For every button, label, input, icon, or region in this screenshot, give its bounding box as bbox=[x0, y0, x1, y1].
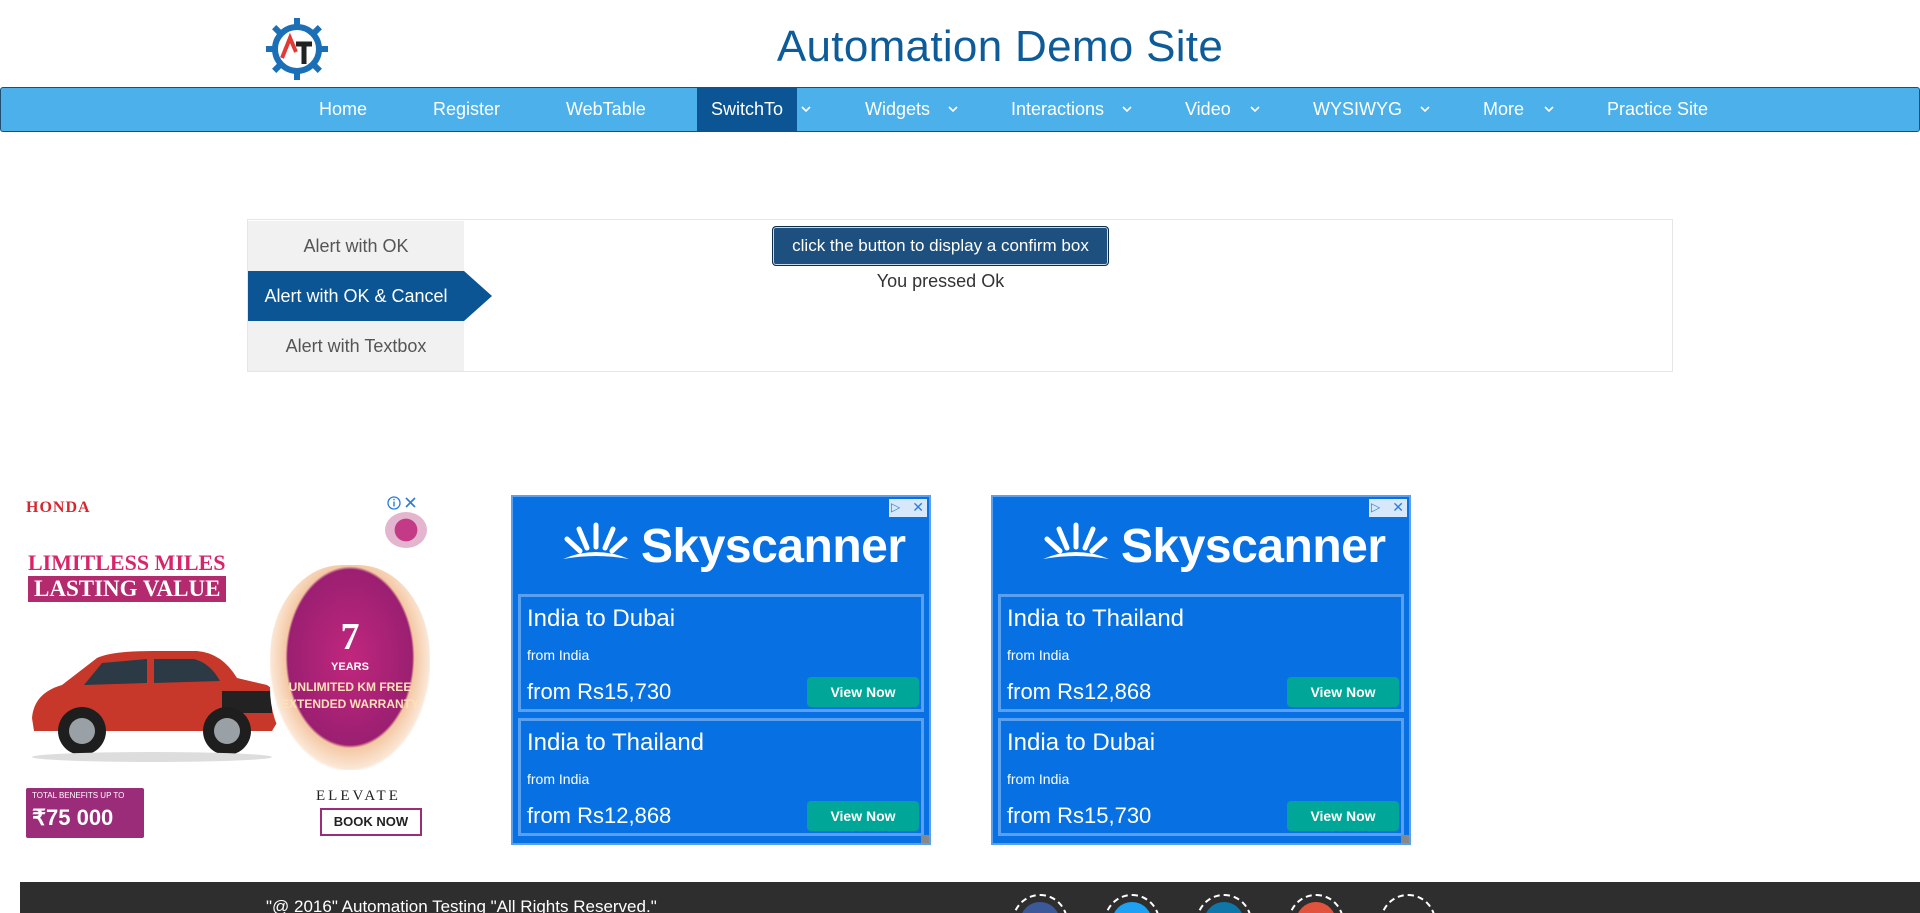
flight-card[interactable]: India to Dubai from India from Rs15,730 … bbox=[518, 594, 924, 712]
active-tab-arrow bbox=[464, 271, 492, 321]
ad-close-icon[interactable] bbox=[386, 495, 420, 511]
view-now-button[interactable]: View Now bbox=[1287, 801, 1399, 831]
honda-tagline-2: LASTING VALUE bbox=[28, 576, 227, 602]
book-now-button[interactable]: BOOK NOW bbox=[320, 808, 422, 836]
tab-alert-textbox[interactable]: Alert with Textbox bbox=[248, 321, 464, 371]
linkedin-icon[interactable] bbox=[1196, 894, 1252, 913]
flight-origin: from India bbox=[1007, 771, 1070, 787]
google-plus-icon[interactable] bbox=[1288, 894, 1344, 913]
chevron-down-icon[interactable] bbox=[1120, 102, 1134, 116]
skyscanner-header: Skyscanner bbox=[993, 497, 1409, 593]
flight-origin: from India bbox=[527, 647, 590, 663]
nav-practice-site[interactable]: Practice Site bbox=[1607, 88, 1708, 131]
flight-origin: from India bbox=[527, 771, 590, 787]
chevron-down-icon[interactable] bbox=[1248, 102, 1262, 116]
honda-logo: HONDA bbox=[26, 499, 91, 516]
nav-more[interactable]: More bbox=[1483, 88, 1524, 131]
chevron-down-icon[interactable] bbox=[1542, 102, 1556, 116]
social-link-icon[interactable] bbox=[1380, 894, 1436, 913]
flight-price: from Rs15,730 bbox=[527, 679, 672, 704]
footer: "@ 2016" Automation Testing "All Rights … bbox=[20, 882, 1920, 913]
site-title-text: Automation Demo Site bbox=[776, 22, 1224, 71]
chevron-down-icon[interactable] bbox=[1418, 102, 1432, 116]
view-now-button[interactable]: View Now bbox=[807, 801, 919, 831]
chevron-down-icon[interactable] bbox=[799, 102, 813, 116]
nav-video[interactable]: Video bbox=[1185, 88, 1231, 131]
benefit-box: TOTAL BENEFITS UP TO ₹75 000 bbox=[26, 788, 144, 838]
nav-home[interactable]: Home bbox=[319, 88, 367, 131]
flight-card[interactable]: India to Thailand from India from Rs12,8… bbox=[518, 718, 924, 836]
confirm-result-text: You pressed Ok bbox=[876, 271, 1005, 291]
warranty-text: UNLIMITED KM FREE EXTENDED WARRANTY bbox=[280, 680, 419, 711]
flight-origin: from India bbox=[1007, 647, 1070, 663]
warranty-badge: 7 YEARS UNLIMITED KM FREE EXTENDED WARRA… bbox=[270, 565, 430, 770]
nav-switchto[interactable]: SwitchTo bbox=[697, 88, 797, 131]
honda-ad[interactable]: HONDA LIMITLESS MILES LASTING VALUE 7 YE… bbox=[20, 495, 440, 845]
skyscanner-brand: Skyscanner bbox=[641, 520, 906, 573]
warranty-number: 7 bbox=[340, 616, 360, 658]
tab-alert-ok-cancel[interactable]: Alert with OK & Cancel bbox=[248, 271, 464, 321]
footer-copyright: "@ 2016" Automation Testing "All Rights … bbox=[266, 897, 657, 913]
nav-register[interactable]: Register bbox=[433, 88, 500, 131]
tab-alert-ok[interactable]: Alert with OK bbox=[248, 221, 464, 271]
main-nav: Home Register WebTable SwitchTo Widgets … bbox=[0, 87, 1920, 132]
site-title: Automation Demo Site bbox=[0, 22, 1920, 72]
car-image bbox=[32, 651, 279, 762]
skyscanner-ad[interactable]: ▷ ✕ Skyscanner India to Thailand from In… bbox=[991, 495, 1411, 845]
flight-price: from Rs12,868 bbox=[527, 803, 672, 828]
warranty-years: YEARS bbox=[331, 661, 369, 673]
nav-wysiwyg[interactable]: WYSIWYG bbox=[1313, 88, 1402, 131]
nav-interactions[interactable]: Interactions bbox=[1011, 88, 1104, 131]
honda-badge-icon bbox=[385, 512, 427, 548]
resize-handle-icon bbox=[1401, 835, 1409, 843]
flight-card[interactable]: India to Thailand from India from Rs12,8… bbox=[998, 594, 1404, 712]
nav-switchto-label: SwitchTo bbox=[711, 99, 784, 119]
honda-tagline-1: LIMITLESS MILES bbox=[28, 550, 226, 575]
confirm-box-button[interactable]: click the button to display a confirm bo… bbox=[772, 226, 1109, 266]
flight-price: from Rs12,868 bbox=[1007, 679, 1152, 704]
nav-webtable[interactable]: WebTable bbox=[566, 88, 646, 131]
flight-route: India to Thailand bbox=[527, 729, 705, 756]
benefit-label: TOTAL BENEFITS UP TO bbox=[32, 791, 125, 800]
nav-widgets[interactable]: Widgets bbox=[865, 88, 930, 131]
skyscanner-sunrise-icon bbox=[563, 522, 629, 559]
facebook-icon[interactable] bbox=[1012, 894, 1068, 913]
flight-card[interactable]: India to Dubai from India from Rs15,730 … bbox=[998, 718, 1404, 836]
twitter-icon[interactable] bbox=[1104, 894, 1160, 913]
view-now-button[interactable]: View Now bbox=[807, 677, 919, 707]
flight-price: from Rs15,730 bbox=[1007, 803, 1152, 828]
page: Automation Demo Site Home Register WebTa… bbox=[0, 0, 1920, 913]
resize-handle-icon bbox=[921, 835, 929, 843]
flight-route: India to Dubai bbox=[1007, 729, 1156, 756]
skyscanner-sunrise-icon bbox=[1043, 522, 1109, 559]
skyscanner-header: Skyscanner bbox=[513, 497, 929, 593]
skyscanner-brand: Skyscanner bbox=[1121, 520, 1386, 573]
benefit-amount: ₹75 000 bbox=[32, 805, 114, 830]
honda-model-name: ELEVATE bbox=[316, 788, 401, 804]
flight-route: India to Thailand bbox=[1007, 605, 1185, 632]
view-now-button[interactable]: View Now bbox=[1287, 677, 1399, 707]
flight-route: India to Dubai bbox=[527, 605, 676, 632]
skyscanner-ad[interactable]: ▷ ✕ Skyscanner India to Dubai from India… bbox=[511, 495, 931, 845]
chevron-down-icon[interactable] bbox=[946, 102, 960, 116]
